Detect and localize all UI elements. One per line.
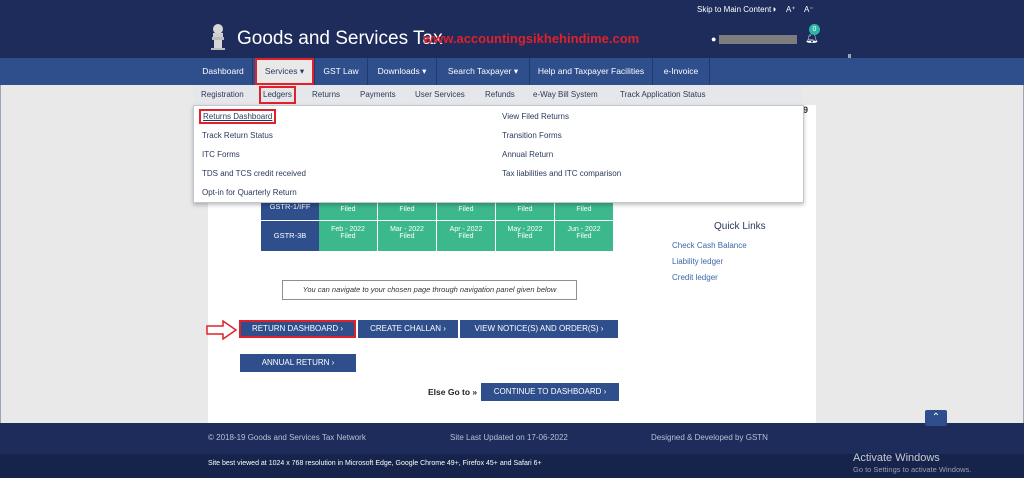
nav-downloads[interactable]: Downloads ▾ — [368, 58, 436, 85]
cell-period: Feb - 2022 — [331, 226, 365, 233]
nav-divider — [252, 58, 253, 85]
cell-period: May - 2022 — [507, 226, 543, 233]
user-icon[interactable]: ● — [711, 34, 716, 44]
ledgers-dropdown-menu: Returns Dashboard Track Return Status IT… — [193, 105, 804, 203]
nav-dashboard[interactable]: Dashboard — [195, 58, 251, 85]
site-footer: © 2018-19 Goods and Services Tax Network… — [0, 423, 1024, 454]
nav-e-invoice[interactable]: e-Invoice — [653, 58, 709, 85]
footer-last-updated: Site Last Updated on 17-06-2022 — [450, 433, 568, 442]
top-utility-bar: Skip to Main Content ◑ A⁺ A⁻ — [0, 0, 1024, 18]
quick-link-check-cash-balance[interactable]: Check Cash Balance — [672, 241, 747, 250]
menu-opt-in-quarterly[interactable]: Opt-in for Quarterly Return — [202, 188, 297, 197]
arrow-right-icon — [206, 320, 238, 340]
gstr3b-cell[interactable]: May - 2022 Filed — [496, 221, 555, 251]
subnav-registration[interactable]: Registration — [201, 85, 244, 105]
font-increase-button[interactable]: A⁺ — [786, 5, 796, 14]
quick-link-credit-ledger[interactable]: Credit ledger — [672, 273, 718, 282]
else-go-to-label: Else Go to » — [428, 387, 478, 397]
gstr3b-cell[interactable]: Feb - 2022 Filed — [319, 221, 378, 251]
subnav-refunds[interactable]: Refunds — [485, 85, 515, 105]
watermark-text: www.accountingsikhehindime.com — [423, 31, 640, 46]
nav-help-taxpayer-facilities[interactable]: Help and Taxpayer Facilities — [530, 58, 652, 85]
contrast-icon[interactable]: ◑ — [771, 4, 776, 14]
chevron-up-icon: ⌃ — [931, 412, 941, 423]
quick-link-liability-ledger[interactable]: Liability ledger — [672, 257, 723, 266]
menu-view-filed-returns[interactable]: View Filed Returns — [502, 112, 569, 121]
nav-divider — [709, 58, 710, 85]
row-label-gstr3b: GSTR-3B — [261, 221, 319, 251]
menu-tax-liabilities-itc[interactable]: Tax liabilities and ITC comparison — [502, 169, 621, 178]
site-header: Goods and Services Tax www.accountingsik… — [0, 18, 1024, 60]
cell-period: Jun - 2022 — [567, 226, 601, 233]
national-emblem-icon[interactable] — [208, 22, 228, 52]
subnav-ledgers[interactable]: Ledgers — [259, 86, 296, 104]
gstr3b-cell[interactable]: Apr - 2022 Filed — [437, 221, 496, 251]
notification-badge: 0 — [809, 24, 820, 35]
cell-status: Filed — [517, 233, 533, 240]
skip-to-main-link[interactable]: Skip to Main Content — [697, 5, 771, 14]
activate-windows-subtitle: Go to Settings to activate Windows. — [853, 465, 972, 474]
nav-search-taxpayer[interactable]: Search Taxpayer ▾ — [437, 58, 529, 85]
cell-status: Filed — [399, 233, 415, 240]
gstr3b-cell[interactable]: Jun - 2022 Filed — [555, 221, 614, 251]
subnav-returns[interactable]: Returns — [312, 85, 340, 105]
subnav-track-application[interactable]: Track Application Status — [620, 85, 706, 105]
footer-copyright: © 2018-19 Goods and Services Tax Network — [208, 433, 366, 442]
return-dashboard-button[interactable]: RETURN DASHBOARD › — [239, 320, 356, 338]
menu-transition-forms[interactable]: Transition Forms — [502, 131, 562, 140]
subnav-payments[interactable]: Payments — [360, 85, 396, 105]
username-redacted[interactable] — [719, 35, 797, 44]
create-challan-button[interactable]: CREATE CHALLAN › — [358, 320, 458, 338]
cell-status: Filed — [576, 233, 592, 240]
menu-itc-forms[interactable]: ITC Forms — [202, 150, 240, 159]
gstr3b-cell[interactable]: Mar - 2022 Filed — [378, 221, 437, 251]
subnav-eway-bill[interactable]: e-Way Bill System — [533, 85, 598, 105]
scroll-to-top-button[interactable]: ⌃ — [925, 410, 947, 426]
services-subnav: Registration Ledgers Returns Payments Us… — [193, 85, 802, 106]
cell-period: Apr - 2022 — [449, 226, 483, 233]
subnav-user-services[interactable]: User Services — [415, 85, 465, 105]
nav-gst-law[interactable]: GST Law — [315, 58, 367, 85]
menu-annual-return[interactable]: Annual Return — [502, 150, 553, 159]
view-notices-orders-button[interactable]: VIEW NOTICE(S) AND ORDER(S) › — [460, 320, 618, 338]
menu-tds-tcs-credit[interactable]: TDS and TCS credit received — [202, 169, 306, 178]
annual-return-button[interactable]: ANNUAL RETURN › — [240, 354, 356, 372]
nav-services[interactable]: Services ▾ — [255, 58, 314, 85]
menu-returns-dashboard[interactable]: Returns Dashboard — [199, 109, 277, 124]
site-title[interactable]: Goods and Services Tax — [237, 28, 443, 50]
cell-period: Mar - 2022 — [390, 226, 424, 233]
cell-status: Filed — [458, 233, 474, 240]
navigation-info-box: You can navigate to your chosen page thr… — [282, 280, 577, 300]
best-viewed-text: Site best viewed at 1024 x 768 resolutio… — [208, 460, 542, 467]
footer-designed-by: Designed & Developed by GSTN — [651, 433, 768, 442]
continue-to-dashboard-button[interactable]: CONTINUE TO DASHBOARD › — [481, 383, 619, 401]
cell-status: Filed — [340, 233, 356, 240]
font-decrease-button[interactable]: A⁻ — [804, 5, 814, 14]
main-navigation: Dashboard Services ▾ GST Law Downloads ▾… — [0, 58, 1024, 85]
quick-links-title: Quick Links — [714, 221, 766, 232]
menu-track-return-status[interactable]: Track Return Status — [202, 131, 273, 140]
activate-windows-title: Activate Windows — [853, 452, 940, 464]
